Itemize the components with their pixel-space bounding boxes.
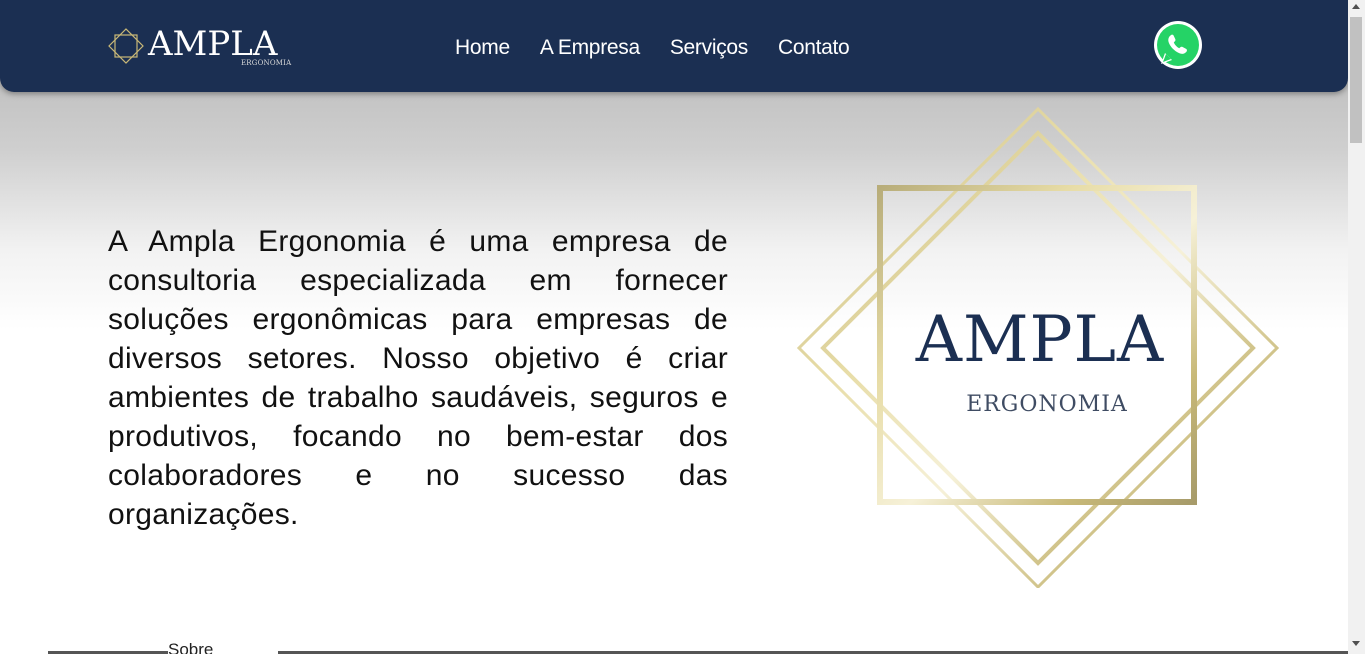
intro-paragraph: A Ampla Ergonomia é uma empresa de consu…	[108, 225, 728, 531]
logo-subtitle: ERGONOMIA	[241, 59, 292, 67]
scrollbar-thumb[interactable]	[1350, 17, 1362, 143]
main-nav: Home A Empresa Serviços Contato	[455, 35, 850, 61]
logo-diamond-icon	[108, 28, 144, 64]
hero-logo-wordmark: AMPLA	[915, 303, 1165, 377]
vertical-scrollbar[interactable]	[1348, 0, 1365, 654]
page: AMPLA ERGONOMIA Home A Empresa Serviços …	[0, 0, 1365, 654]
header-logo[interactable]: AMPLA ERGONOMIA	[106, 24, 306, 70]
logo-wordmark: AMPLA	[148, 24, 278, 64]
nav-a-empresa[interactable]: A Empresa	[540, 35, 640, 61]
nav-home[interactable]: Home	[455, 35, 510, 61]
whatsapp-icon	[1154, 21, 1202, 69]
whatsapp-button[interactable]	[1153, 20, 1203, 70]
hero-logo-subtitle: ERGONOMIA	[966, 392, 1128, 417]
nav-servicos[interactable]: Serviços	[670, 35, 748, 61]
nav-contato[interactable]: Contato	[778, 35, 850, 61]
site-header: AMPLA ERGONOMIA Home A Empresa Serviços …	[0, 0, 1348, 92]
scroll-down-arrow-icon[interactable]	[1352, 641, 1360, 646]
scroll-up-arrow-icon[interactable]	[1352, 4, 1360, 9]
